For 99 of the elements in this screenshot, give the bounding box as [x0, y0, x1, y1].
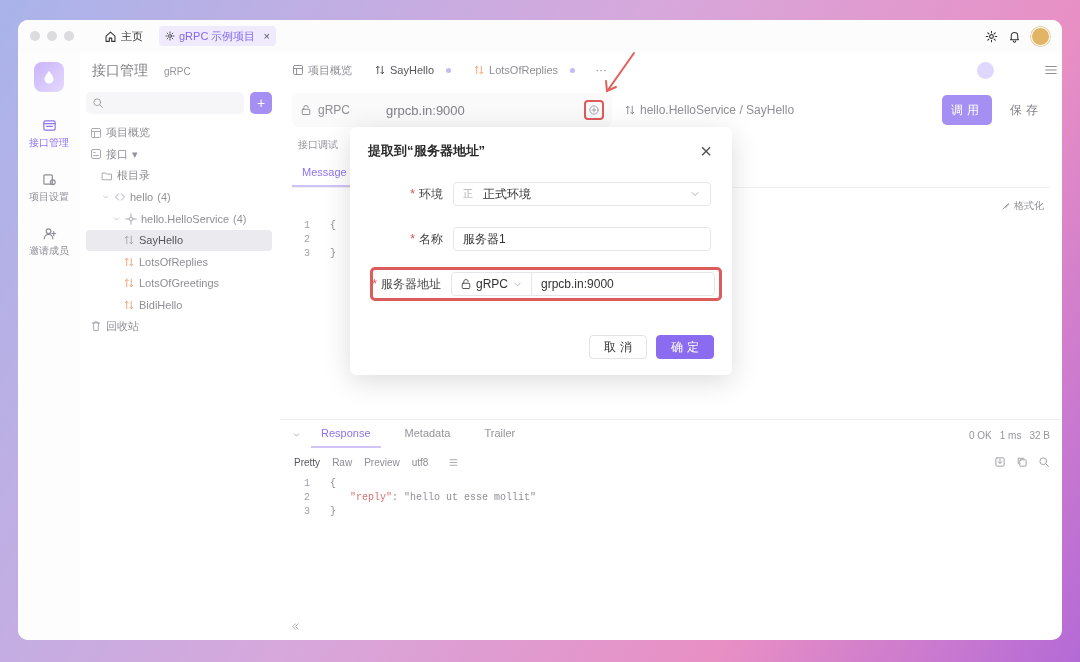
line-number: 3 [303, 505, 310, 517]
protocol-select[interactable]: gRPC [452, 273, 532, 295]
line-number: 2 [303, 491, 310, 503]
plus-circle-icon [588, 104, 600, 116]
environment-icon[interactable] [977, 61, 994, 79]
view-option[interactable]: Preview [358, 456, 406, 468]
save-button[interactable]: 保存 [1004, 95, 1048, 125]
invoke-button[interactable]: 调用 [942, 95, 992, 125]
response-tab[interactable]: Trailer [474, 422, 526, 448]
chevron-icon[interactable] [292, 430, 301, 440]
status-text: 0 OK [968, 429, 992, 441]
address-field[interactable]: gRPC grpcb.in:9000 [292, 93, 612, 127]
copy-icon[interactable] [1016, 456, 1028, 468]
response-tab[interactable]: Metadata [394, 422, 461, 448]
tree-item[interactable]: BidiHello [86, 294, 272, 316]
editor-tab[interactable]: SayHello [366, 52, 460, 88]
line-number: 1 [303, 477, 310, 489]
line-number: 3 [303, 247, 310, 259]
arrows-icon [123, 234, 135, 247]
tree-item[interactable]: SayHello [86, 229, 272, 251]
view-option[interactable]: Pretty [288, 456, 327, 468]
api-icon [41, 118, 57, 133]
search-icon[interactable] [1038, 456, 1050, 468]
view-option[interactable]: Raw [326, 456, 359, 468]
arrows-icon [123, 277, 135, 290]
field-label: * 环境 [409, 185, 444, 203]
more-button[interactable]: ··· [589, 63, 614, 77]
method-path: hello.HelloService / SayHello [640, 103, 795, 117]
arrows-icon [123, 255, 135, 268]
node-icon [125, 212, 137, 225]
project-type: gRPC [164, 66, 191, 77]
rail-item[interactable]: 邀请成员 [29, 226, 69, 258]
tree-item[interactable]: LotsOfReplies [86, 251, 272, 273]
tree-item[interactable]: hello.HelloService (4) [86, 208, 272, 230]
dialog-title: 提取到“服务器地址” [368, 142, 485, 160]
app-logo [34, 62, 64, 92]
menu-icon[interactable] [1044, 63, 1058, 77]
section-label: 接口调试 [298, 138, 338, 152]
line-number: 2 [303, 233, 310, 245]
arrows-icon [374, 64, 386, 76]
window-tab[interactable]: 主页 [98, 26, 149, 46]
extract-button[interactable] [584, 100, 604, 120]
lock-icon [300, 104, 312, 116]
search-icon [92, 97, 104, 109]
lock-icon [460, 278, 472, 290]
rail-item[interactable]: 接口管理 [29, 118, 69, 150]
document-icon [41, 172, 57, 187]
user-plus-icon [41, 226, 57, 241]
list-icon[interactable] [448, 456, 460, 468]
code-line: "reply": "hello ut esse mollit" [349, 491, 537, 503]
arrows-icon [473, 64, 486, 76]
avatar[interactable] [1031, 26, 1050, 46]
confirm-button[interactable]: 确定 [656, 335, 714, 359]
field-label: * 名称 [409, 230, 444, 248]
download-icon[interactable] [994, 456, 1006, 468]
collapse-button[interactable] [290, 621, 301, 632]
api-icon [90, 148, 102, 161]
window-tab[interactable]: gRPC 示例项目 × [159, 26, 276, 46]
name-field[interactable]: 服务器1 [453, 227, 711, 251]
tree-item[interactable]: 根目录 [86, 165, 272, 187]
brush-icon [1001, 201, 1011, 211]
address-field[interactable]: grpcb.in:9000 [532, 277, 714, 291]
code-line: { [330, 219, 336, 231]
field-label: * 服务器地址 [373, 275, 442, 293]
arrows-icon [123, 298, 135, 311]
add-button[interactable]: + [250, 92, 272, 114]
tree-item[interactable]: LotsOfGreetings [86, 272, 272, 294]
tree-item[interactable]: 接口 ▾ [86, 143, 272, 165]
tree-item[interactable]: hello (4) [86, 186, 272, 208]
double-chevron-icon [290, 621, 301, 632]
editor-tab[interactable]: 项目概览 [284, 52, 360, 88]
layout-icon [90, 126, 102, 139]
close-button[interactable]: × [698, 141, 714, 161]
settings-icon[interactable] [985, 29, 998, 43]
response-tab[interactable]: Response [311, 422, 381, 448]
trash-icon [90, 320, 102, 333]
layout-icon [292, 64, 304, 76]
tree-item[interactable]: 项目概览 [86, 122, 272, 144]
tree-item[interactable]: 回收站 [86, 315, 272, 337]
close-tab-button[interactable]: × [263, 30, 270, 42]
search-field[interactable] [86, 92, 244, 114]
cancel-button[interactable]: 取消 [589, 335, 647, 359]
folder-icon [101, 169, 113, 182]
code-line: } [330, 247, 336, 259]
status-text: 32 B [1029, 429, 1050, 441]
status-text: 1 ms [999, 429, 1022, 441]
code-line: } [330, 505, 336, 517]
code-icon [114, 191, 126, 204]
environment-select[interactable]: 正 正式环境 [453, 182, 711, 206]
line-number: 1 [303, 219, 310, 231]
format-button[interactable]: 格式化 [995, 198, 1050, 214]
editor-tab[interactable]: LotsOfReplies [465, 52, 584, 88]
code-line: { [330, 477, 336, 489]
bell-icon[interactable] [1008, 29, 1021, 43]
rail-item[interactable]: 项目设置 [29, 172, 69, 204]
panel-title: 接口管理 [92, 62, 148, 80]
arrows-icon [624, 104, 636, 116]
home-icon [104, 29, 117, 43]
view-option[interactable]: utf8 [405, 456, 435, 468]
